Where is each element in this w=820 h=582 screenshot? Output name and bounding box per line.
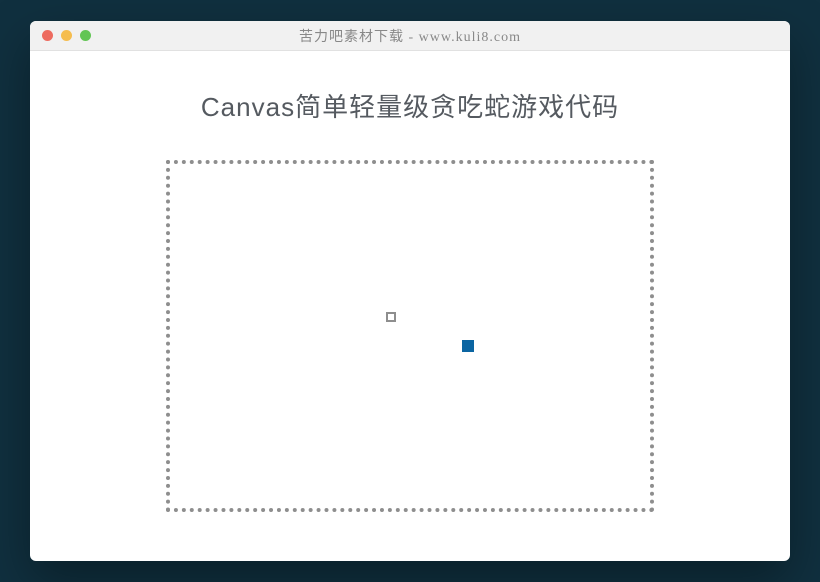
browser-window: 苦力吧素材下载 - www.kuli8.com Canvas简单轻量级贪吃蛇游戏…: [30, 21, 790, 561]
minimize-icon[interactable]: [61, 30, 72, 41]
window-title: 苦力吧素材下载 - www.kuli8.com: [30, 26, 790, 46]
traffic-lights: [30, 30, 91, 41]
page-content: Canvas简单轻量级贪吃蛇游戏代码: [30, 51, 790, 512]
close-icon[interactable]: [42, 30, 53, 41]
snake-head: [386, 312, 396, 322]
page-title: Canvas简单轻量级贪吃蛇游戏代码: [30, 87, 790, 124]
titlebar: 苦力吧素材下载 - www.kuli8.com: [30, 21, 790, 51]
food-block: [462, 340, 474, 352]
maximize-icon[interactable]: [80, 30, 91, 41]
game-board[interactable]: [166, 160, 654, 512]
